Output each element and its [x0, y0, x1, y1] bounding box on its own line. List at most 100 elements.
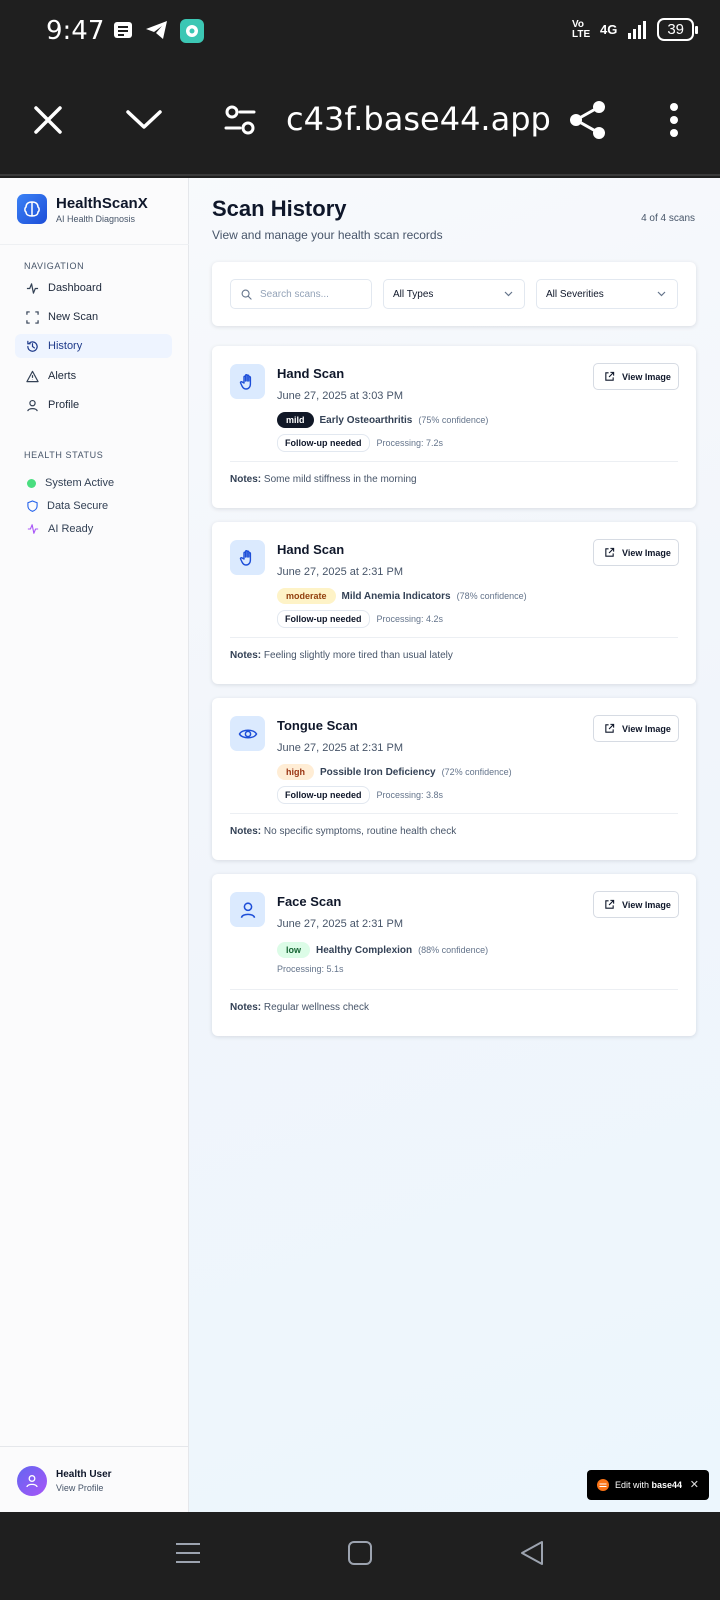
user-name: Health User [56, 1469, 112, 1480]
scan-result-row: mild Early Osteoarthritis (75% confidenc… [277, 412, 488, 428]
page-title: Scan History [212, 196, 347, 221]
sidebar-item-new-scan[interactable]: New Scan [15, 305, 172, 329]
back-icon[interactable] [519, 1540, 545, 1566]
severity-filter-value: All Severities [546, 288, 604, 300]
scan-title: Hand Scan [277, 542, 345, 557]
view-image-label: View Image [622, 547, 671, 558]
app-name: HealthScanX [56, 194, 148, 212]
sidebar-item-profile[interactable]: Profile [15, 393, 172, 417]
card-divider [230, 461, 678, 462]
home-icon[interactable] [347, 1540, 373, 1566]
severity-badge: mild [277, 412, 314, 428]
view-image-button[interactable]: View Image [593, 891, 679, 918]
app-notification-icon [180, 19, 204, 43]
close-tab-button[interactable] [26, 98, 70, 142]
sidebar-item-label: New Scan [48, 311, 99, 323]
brand[interactable]: HealthScanX AI Health Diagnosis [17, 194, 148, 224]
scan-meta-row: Follow-up needed Processing: 7.2s [277, 434, 443, 452]
page-subtitle: View and manage your health scan records [212, 228, 443, 242]
activity-icon [27, 524, 39, 534]
card-divider [230, 989, 678, 990]
more-menu-button[interactable] [652, 98, 696, 142]
view-image-button[interactable]: View Image [593, 363, 679, 390]
follow-up-badge: Follow-up needed [277, 610, 370, 628]
health-status-label: HEALTH STATUS [24, 450, 104, 460]
close-badge-icon[interactable]: ✕ [690, 1478, 699, 1491]
scan-result-row: low Healthy Complexion (88% confidence) [277, 942, 488, 958]
chevron-down-icon [126, 110, 162, 129]
diagnosis: Healthy Complexion [316, 944, 413, 956]
tune-icon [224, 105, 256, 135]
hand-icon [230, 540, 265, 575]
status-bar: 9:47 Vo LTE 4G 39 [0, 0, 720, 64]
avatar [17, 1466, 47, 1496]
sidebar: HealthScanX AI Health Diagnosis NAVIGATI… [0, 178, 189, 1512]
share-button[interactable] [566, 98, 610, 142]
view-image-button[interactable]: View Image [593, 539, 679, 566]
history-icon [27, 340, 38, 352]
external-link-icon [605, 723, 615, 733]
sidebar-item-alerts[interactable]: Alerts [15, 364, 172, 388]
follow-up-badge: Follow-up needed [277, 786, 370, 804]
status-ai-ready: AI Ready [27, 523, 93, 535]
chevron-down-icon [657, 291, 666, 297]
sidebar-item-history[interactable]: History [15, 334, 172, 358]
sidebar-item-label: Alerts [48, 370, 77, 382]
processing-time: Processing: 3.8s [376, 790, 444, 800]
browser-toolbar: c43f.base44.app [0, 64, 720, 176]
severity-filter-select[interactable]: All Severities [536, 279, 678, 309]
network-label: 4G [599, 22, 618, 37]
scan-notes: Notes: Regular wellness check [230, 1002, 369, 1013]
scan-card: Hand Scan June 27, 2025 at 3:03 PM mild … [212, 346, 696, 508]
status-label: System Active [45, 477, 115, 489]
signal-icon [628, 20, 647, 39]
scan-date: June 27, 2025 at 3:03 PM [277, 390, 403, 402]
type-filter-value: All Types [393, 288, 434, 300]
type-filter-select[interactable]: All Types [383, 279, 525, 309]
scan-count: 4 of 4 scans [641, 213, 695, 224]
status-time: 9:47 [46, 16, 105, 46]
scan-title: Hand Scan [277, 366, 345, 381]
main-content: Scan History View and manage your health… [189, 178, 720, 1512]
view-image-label: View Image [622, 899, 671, 910]
search-icon [241, 289, 252, 300]
status-right: Vo LTE 4G 39 [572, 18, 698, 41]
collapse-button[interactable] [122, 98, 166, 142]
scan-notes: Notes: Feeling slightly more tired than … [230, 650, 453, 661]
sidebar-item-dashboard[interactable]: Dashboard [15, 276, 172, 300]
edit-badge-brand: base44 [651, 1480, 683, 1490]
sidebar-item-label: History [48, 340, 83, 352]
user-profile-link[interactable]: Health User View Profile [0, 1446, 189, 1512]
severity-badge: high [277, 764, 314, 780]
shield-icon [27, 500, 38, 512]
confidence: (75% confidence) [418, 415, 489, 425]
site-settings-button[interactable] [218, 98, 262, 142]
view-image-button[interactable]: View Image [593, 715, 679, 742]
scan-card: Hand Scan June 27, 2025 at 2:31 PM moder… [212, 522, 696, 684]
search-box[interactable] [230, 279, 372, 309]
view-image-label: View Image [622, 723, 671, 734]
follow-up-badge: Follow-up needed [277, 434, 370, 452]
sidebar-item-label: Dashboard [48, 282, 102, 294]
recent-apps-icon[interactable] [175, 1540, 201, 1566]
processing-time: Processing: 4.2s [376, 614, 444, 624]
scan-meta-row: Follow-up needed Processing: 4.2s [277, 610, 443, 628]
severity-badge: low [277, 942, 310, 958]
scan-notes: Notes: No specific symptoms, routine hea… [230, 826, 456, 837]
url-text[interactable]: c43f.base44.app [286, 100, 551, 138]
system-nav-bar [0, 1512, 720, 1600]
processing-time: Processing: 5.1s [277, 964, 344, 974]
alert-triangle-icon [26, 370, 39, 382]
scan-icon [26, 310, 39, 324]
view-profile-link[interactable]: View Profile [56, 1483, 103, 1493]
scan-title: Face Scan [277, 894, 342, 909]
external-link-icon [605, 899, 615, 909]
edit-with-base44-badge[interactable]: Edit with base44 ✕ [587, 1470, 709, 1500]
user-icon [26, 1475, 38, 1488]
green-dot-icon [27, 478, 36, 488]
scan-card: Face Scan June 27, 2025 at 2:31 PM low H… [212, 874, 696, 1036]
notes-label: Notes: [230, 1002, 262, 1013]
scan-result-row: high Possible Iron Deficiency (72% confi… [277, 764, 512, 780]
card-divider [230, 637, 678, 638]
search-input[interactable] [260, 288, 360, 300]
